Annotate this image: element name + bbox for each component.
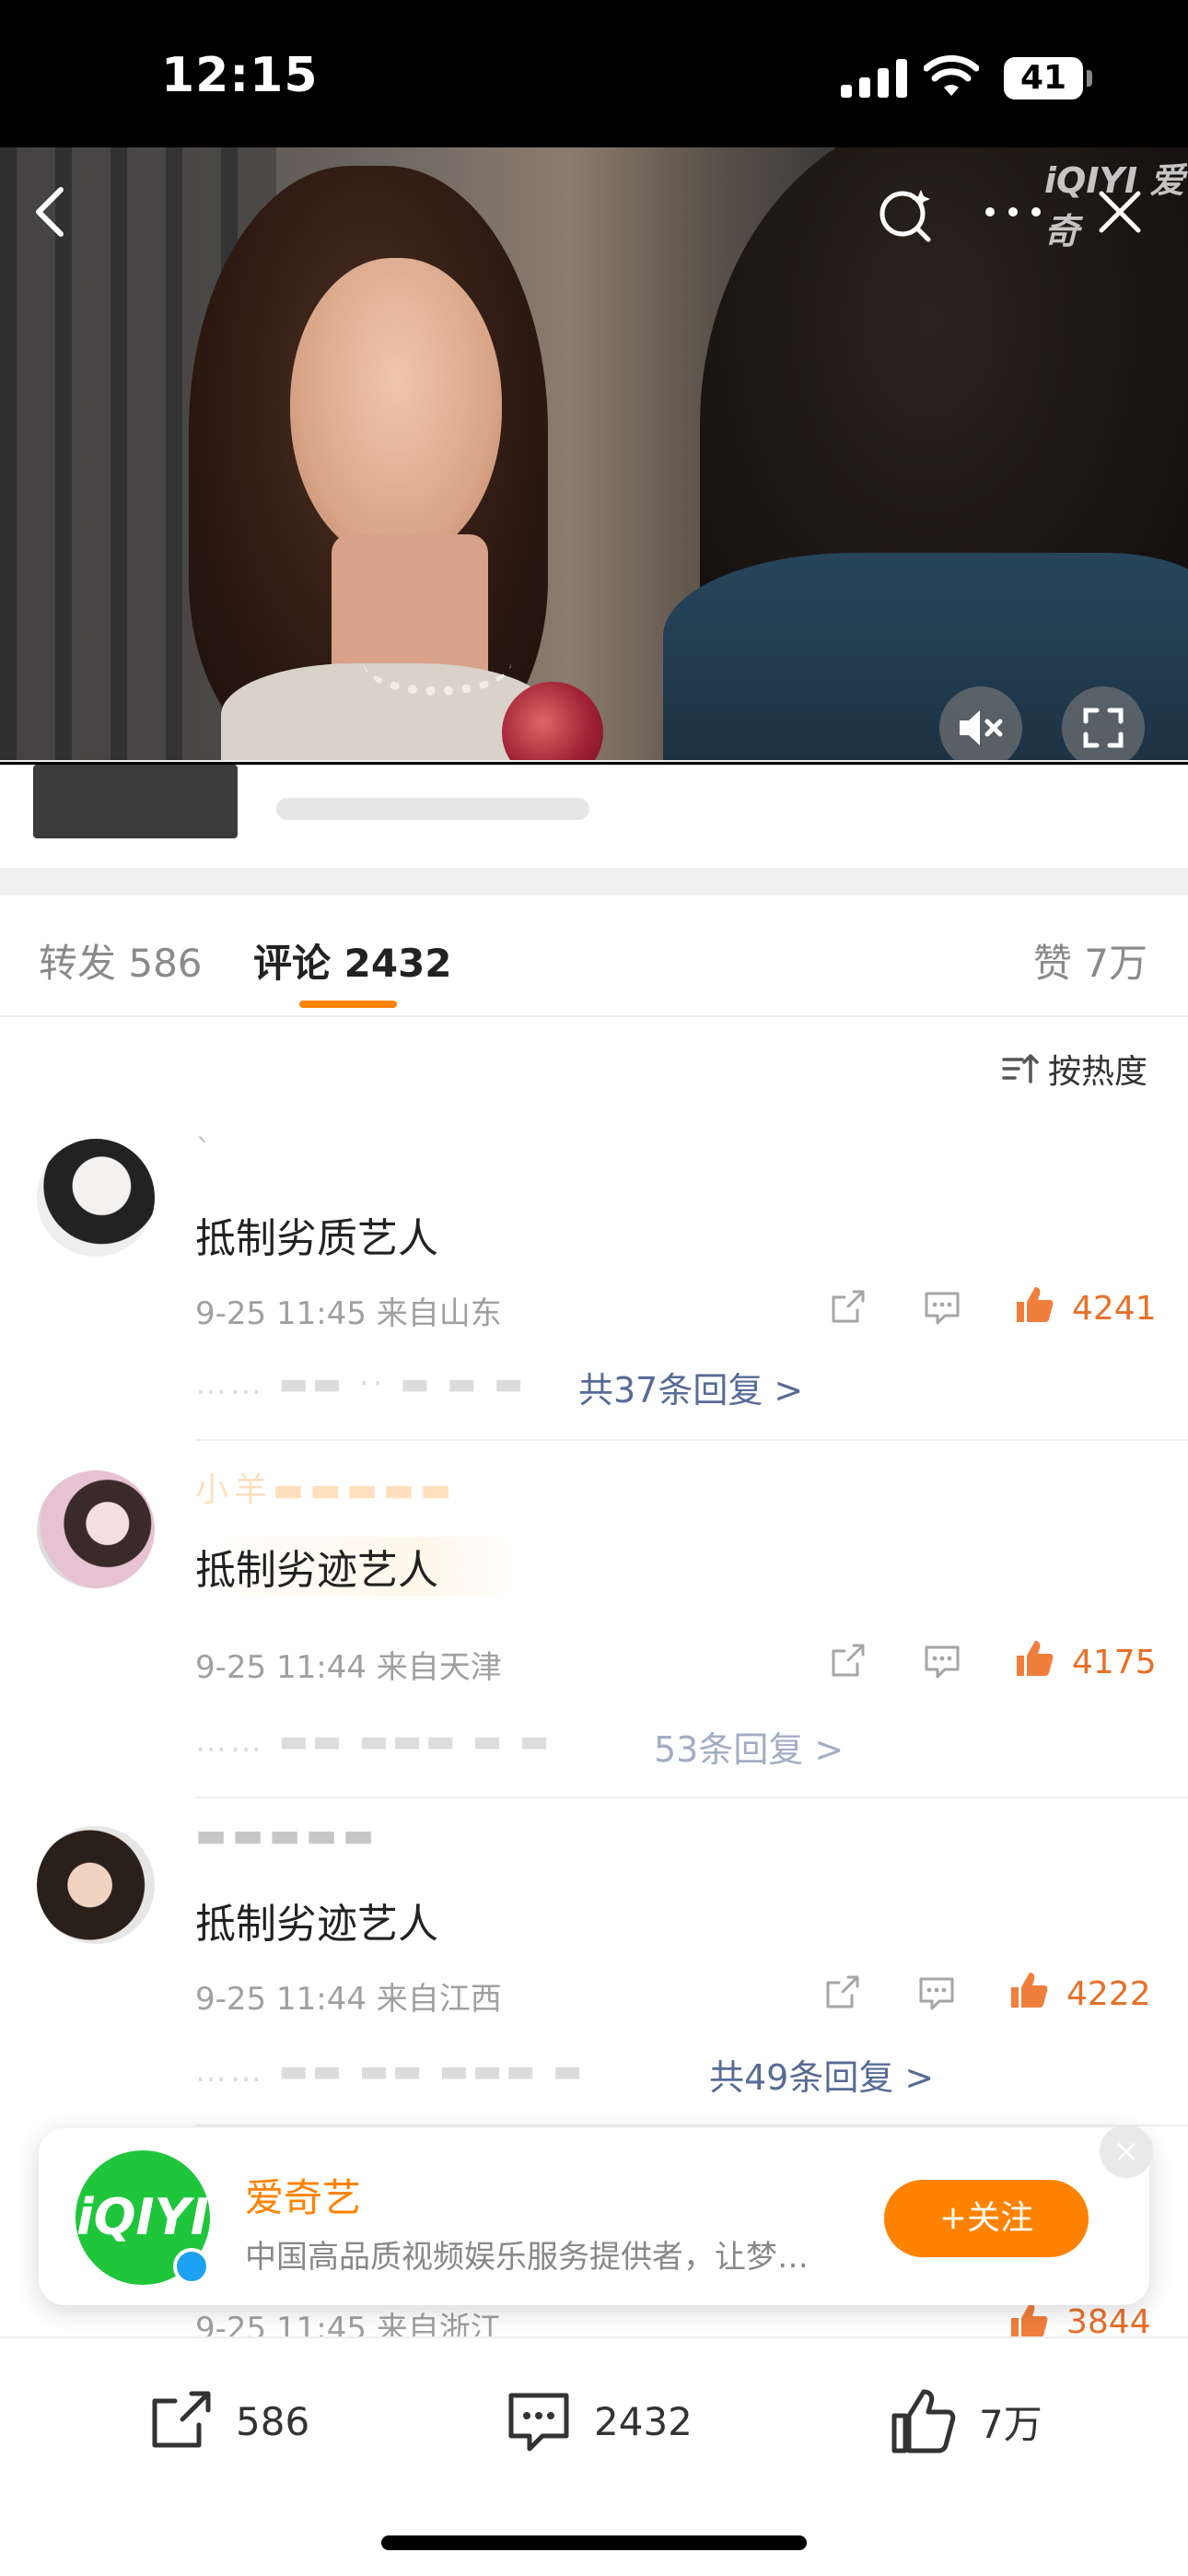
tab-active-indicator xyxy=(299,1001,397,1008)
follow-suggestion-card[interactable]: iQIYI 爱奇艺 中国高品质视频娱乐服务提供者，让梦… +关注 × xyxy=(39,2125,1153,2305)
verified-badge-icon xyxy=(173,2248,210,2285)
comment-meta: 9-25 11:44 来自江西 xyxy=(195,1981,502,2018)
tab-comment[interactable]: 评论 2432 xyxy=(253,932,452,989)
like-count: 3844 xyxy=(1066,2303,1151,2341)
bottom-action-bar: 586 2432 7万 xyxy=(0,2336,1188,2576)
reply-icon[interactable] xyxy=(915,1972,958,2014)
reply-preview-blurred: …… ▬▬ ▬▬ ▬▬▬ ▬ xyxy=(195,2053,587,2090)
like-count: 4175 xyxy=(1072,1644,1157,1681)
sort-toggle[interactable]: 按热度 xyxy=(1002,1045,1147,1093)
like-count: 4222 xyxy=(1066,1975,1151,2013)
comment-separator xyxy=(195,1439,1188,1441)
fullscreen-icon xyxy=(1083,708,1124,748)
status-bar: 12:15 41 xyxy=(0,0,1188,147)
thumbs-up-icon xyxy=(891,2389,956,2453)
like-filled-icon[interactable] xyxy=(1007,1969,1050,2011)
comment-separator xyxy=(195,1797,1188,1798)
like-filled-icon[interactable] xyxy=(1013,1283,1055,1326)
avatar[interactable] xyxy=(37,1139,155,1257)
view-replies-link[interactable]: 共49条回复 > xyxy=(709,2049,934,2100)
comment-meta: 9-25 11:44 来自天津 xyxy=(195,1649,502,1686)
tab-repost[interactable]: 转发 586 xyxy=(39,932,203,989)
comment-separator xyxy=(195,2125,1188,2126)
back-icon[interactable] xyxy=(28,184,74,240)
home-indicator[interactable] xyxy=(381,2535,807,2550)
repost-icon xyxy=(152,2391,211,2448)
speaker-muted-icon xyxy=(960,710,1003,745)
like-count: 4241 xyxy=(1072,1290,1157,1328)
reply-preview-blurred: …… ▬▬ ·· ▬ ▬ ▬ xyxy=(195,1365,528,1402)
view-replies-link[interactable]: 53条回复 > xyxy=(654,1721,844,1772)
share-icon[interactable] xyxy=(826,1286,868,1329)
share-icon[interactable] xyxy=(821,1972,863,2014)
interaction-tabs: 转发 586 评论 2432 赞 7万 xyxy=(0,896,1188,1017)
comment-button[interactable]: 2432 xyxy=(502,2384,693,2458)
like-filled-icon[interactable] xyxy=(1013,1637,1055,1680)
follow-button[interactable]: +关注 xyxy=(884,2180,1089,2257)
close-card-button[interactable]: × xyxy=(1100,2125,1153,2178)
comment-username-blurred[interactable]: ` xyxy=(195,1133,217,1171)
tab-like[interactable]: 赞 7万 xyxy=(1033,932,1147,989)
more-icon[interactable] xyxy=(981,203,1045,221)
account-name[interactable]: 爱奇艺 xyxy=(245,2167,361,2223)
comment-meta: 9-25 11:45 来自山东 xyxy=(195,1295,502,1332)
search-icon[interactable] xyxy=(875,184,936,245)
comment-text: 抵制劣迹艺人 xyxy=(195,1537,521,1596)
share-icon[interactable] xyxy=(826,1640,868,1682)
account-description: 中国高品质视频娱乐服务提供者，让梦… xyxy=(245,2239,809,2276)
reply-preview-blurred: …… ▬▬ ▬▬▬ ▬ ▬ xyxy=(195,1723,553,1760)
like-count-total: 7万 xyxy=(979,2401,1042,2447)
video-figure-face xyxy=(290,258,502,562)
sort-icon xyxy=(1002,1054,1039,1083)
like-button[interactable]: 7万 xyxy=(887,2384,1042,2458)
close-icon[interactable] xyxy=(1094,186,1146,238)
cellular-signal-icon xyxy=(841,59,907,98)
wifi-icon xyxy=(924,55,979,96)
reply-icon[interactable] xyxy=(921,1640,963,1682)
comment-icon xyxy=(508,2393,569,2452)
comment-text: 抵制劣迹艺人 xyxy=(195,1901,438,1948)
section-divider xyxy=(0,868,1188,896)
post-preview-thumbnail[interactable] xyxy=(33,765,238,838)
post-preview-strip xyxy=(0,765,1188,866)
comment-username-blurred[interactable]: 小羊▬▬▬▬▬ xyxy=(195,1463,457,1511)
avatar[interactable] xyxy=(37,1826,155,1944)
repost-button[interactable]: 586 xyxy=(144,2384,309,2458)
mute-button[interactable] xyxy=(939,686,1022,765)
avatar[interactable] xyxy=(37,1470,155,1588)
post-preview-text xyxy=(276,798,589,820)
comment-text: 抵制劣质艺人 xyxy=(195,1215,438,1262)
fullscreen-button[interactable] xyxy=(1062,686,1145,765)
video-figure-necklace xyxy=(364,631,511,696)
video-player[interactable]: iQIYI 爱奇 xyxy=(0,147,1188,765)
comment-username-blurred[interactable]: ▬▬▬▬▬ xyxy=(195,1817,379,1855)
comment-count: 2432 xyxy=(594,2398,693,2444)
view-replies-link[interactable]: 共37条回复 > xyxy=(578,1362,803,1412)
repost-count: 586 xyxy=(236,2398,310,2444)
sort-label: 按热度 xyxy=(1047,1053,1147,1091)
battery-indicator: 41 xyxy=(1004,57,1092,100)
status-time: 12:15 xyxy=(161,48,319,103)
reply-icon[interactable] xyxy=(921,1286,963,1329)
